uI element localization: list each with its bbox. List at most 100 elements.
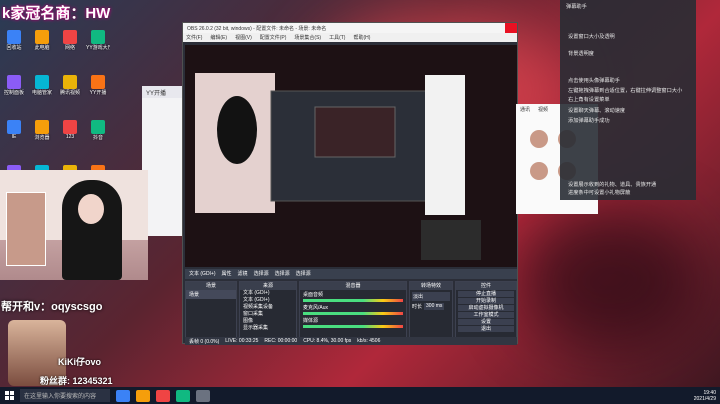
webcam-poster — [6, 192, 46, 266]
scene-item[interactable]: 场景 — [186, 290, 236, 299]
transition-select[interactable]: 淡出 — [412, 292, 450, 301]
menu-item[interactable]: 编辑(E) — [210, 34, 227, 41]
control-button[interactable]: 退出 — [458, 326, 514, 332]
desktop-icon[interactable]: 电脑管家 — [30, 75, 54, 99]
desktop-icon[interactable]: YY开播 — [86, 75, 110, 99]
app-icon — [91, 120, 105, 134]
mixer-label: 桌面音频 — [303, 292, 324, 298]
chat-line: 进度条中可设置小礼物屏蔽 — [568, 190, 631, 196]
control-list[interactable]: 停止直播 开始录制 启动虚拟摄像机 工作室模式 设置 退出 — [456, 291, 516, 332]
mixer-channel: 媒体源 — [300, 316, 406, 329]
app-icon — [91, 30, 105, 44]
toolbar-item[interactable]: 选择源 — [296, 270, 311, 278]
control-button[interactable]: 工作室模式 — [458, 312, 514, 318]
duration-field[interactable]: 300 ms — [424, 303, 445, 310]
webcam-face — [78, 194, 104, 224]
wechat-icon[interactable] — [176, 389, 190, 402]
transitions-dock[interactable]: 转场特效 淡出 时长 300 ms — [409, 281, 453, 339]
desktop-icon-label: YY开播 — [89, 90, 107, 96]
menu-item[interactable]: 视图(V) — [235, 34, 252, 41]
search-input[interactable]: 在这里输入你要搜索的内容 — [20, 389, 110, 402]
desktop-icon[interactable]: YY游戏大厅 — [86, 30, 110, 54]
desktop-icon-label: 回收站 — [6, 45, 22, 51]
desktop-icon[interactable]: 123 — [58, 120, 82, 144]
desktop-icon[interactable]: 腾讯视频 — [58, 75, 82, 99]
obs-menubar: 文件(F) 编辑(E) 视图(V) 配置文件(P) 场景集合(S) 工具(T) 帮助(H) — [183, 33, 517, 42]
volume-meter[interactable] — [303, 312, 403, 315]
obs-titlebar: OBS 26.0.2 (32 bit, windows) - 配置文件: 未命名… — [183, 23, 517, 33]
desktop-icon[interactable]: 此电脑 — [30, 30, 54, 54]
source-item[interactable]: 图像 — [240, 318, 296, 325]
clock-date: 2021/4/29 — [693, 395, 716, 402]
desktop-icon[interactable]: 浏览器 — [30, 120, 54, 144]
close-icon[interactable] — [505, 23, 517, 33]
app-icon[interactable] — [156, 389, 170, 402]
sources-dock[interactable]: 来源 文本 (GDI+) 文本 (GDI+) 视频采集设备 窗口采集 图像 显示器采集 — [239, 281, 297, 339]
chat-line: 背景透明度 — [568, 51, 594, 57]
duration-label: 时长 — [412, 304, 423, 310]
source-item[interactable]: 视频采集设备 — [240, 304, 296, 311]
menu-item[interactable]: 文件(F) — [186, 34, 202, 41]
mixer-label: 媒体源 — [303, 318, 319, 324]
desktop-icon[interactable]: 抖音 — [86, 120, 110, 144]
desktop-icon[interactable]: 网络 — [58, 30, 82, 54]
desktop-icon[interactable]: IE — [2, 120, 26, 144]
app-icon — [63, 75, 77, 89]
chat-line: 添加弹幕助手成功 — [568, 118, 610, 124]
app-icon — [63, 30, 77, 44]
desktop-icon-label: 控制面板 — [3, 90, 24, 96]
menu-item[interactable]: 场景集合(S) — [294, 34, 321, 41]
mixer-dock[interactable]: 混音器 桌面音频 麦克风/Aux 媒体源 — [299, 281, 407, 339]
toolbar-item[interactable]: 属性 — [222, 270, 232, 278]
folder-icon[interactable] — [136, 389, 150, 402]
tab-item[interactable]: 通讯 — [520, 106, 530, 113]
controls-dock[interactable]: 控件 停止直播 开始录制 启动虚拟摄像机 工作室模式 设置 退出 — [455, 281, 517, 339]
mixer-channel: 桌面音频 — [300, 290, 406, 303]
status-item: 丢帧 0 (0.0%) — [189, 339, 220, 345]
volume-meter[interactable] — [303, 325, 403, 328]
tab-item[interactable]: 视频 — [538, 106, 548, 113]
menu-item[interactable]: 配置文件(P) — [260, 34, 287, 41]
source-list[interactable]: 文本 (GDI+) 文本 (GDI+) 视频采集设备 窗口采集 图像 显示器采集 — [240, 290, 296, 332]
source-item[interactable]: 文本 (GDI+) — [240, 290, 296, 297]
system-tray-clock[interactable]: 19:40 2021/4/29 — [694, 390, 720, 402]
control-button[interactable]: 停止直播 — [458, 291, 514, 297]
app-icon — [35, 30, 49, 44]
sources-header: 来源 — [240, 282, 296, 290]
desktop-icon[interactable]: 控制面板 — [2, 75, 26, 99]
app-icon — [63, 120, 77, 134]
photo-thumb[interactable] — [530, 130, 548, 148]
obs-icon[interactable] — [196, 389, 210, 402]
toolbar-item[interactable]: 文本 (GDI+) — [189, 270, 216, 278]
nested-obs-2 — [314, 106, 396, 158]
desktop-icon-label: IE — [11, 134, 17, 140]
obs-window[interactable]: OBS 26.0.2 (32 bit, windows) - 配置文件: 未命名… — [182, 22, 518, 345]
chat-line: 右上角有设置菜单 — [568, 97, 610, 103]
control-button[interactable]: 设置 — [458, 319, 514, 325]
volume-meter[interactable] — [303, 299, 403, 302]
obs-title: OBS 26.0.2 (32 bit, windows) - 配置文件: 未命名… — [187, 26, 327, 32]
obs-source-toolbar: 文本 (GDI+) 属性 滤镜 选择源 选择源 选择源 — [185, 269, 517, 279]
obs-preview[interactable] — [185, 45, 517, 267]
source-item[interactable]: 显示器采集 — [240, 325, 296, 332]
control-button[interactable]: 启动虚拟摄像机 — [458, 305, 514, 311]
photo-thumb[interactable] — [530, 162, 548, 180]
source-item[interactable]: 窗口采集 — [240, 311, 296, 318]
windows-start-icon[interactable] — [0, 387, 18, 404]
preview-bottom — [421, 220, 481, 260]
transitions-header: 转场特效 — [410, 282, 452, 290]
menu-item[interactable]: 帮助(H) — [353, 34, 370, 41]
danmaku-assistant-panel[interactable]: 弹幕助手 设置窗口大小及透明 背景透明度 点击使用头像弹幕助手 左键拖拽弹幕到合适位置… — [560, 0, 696, 200]
scenes-dock[interactable]: 场景 场景 — [185, 281, 237, 339]
desktop-icon-label: 腾讯视频 — [59, 90, 80, 96]
toolbar-item[interactable]: 选择源 — [254, 270, 269, 278]
mixer-list[interactable]: 桌面音频 麦克风/Aux 媒体源 — [300, 290, 406, 329]
source-item[interactable]: 文本 (GDI+) — [240, 297, 296, 304]
toolbar-item[interactable]: 滤镜 — [238, 270, 248, 278]
toolbar-item[interactable]: 选择源 — [275, 270, 290, 278]
edge-icon[interactable] — [116, 389, 130, 402]
desktop-icon[interactable]: 回收站 — [2, 30, 26, 54]
control-button[interactable]: 开始录制 — [458, 298, 514, 304]
menu-item[interactable]: 工具(T) — [329, 34, 345, 41]
desktop-icon-label: 浏览器 — [34, 135, 50, 141]
